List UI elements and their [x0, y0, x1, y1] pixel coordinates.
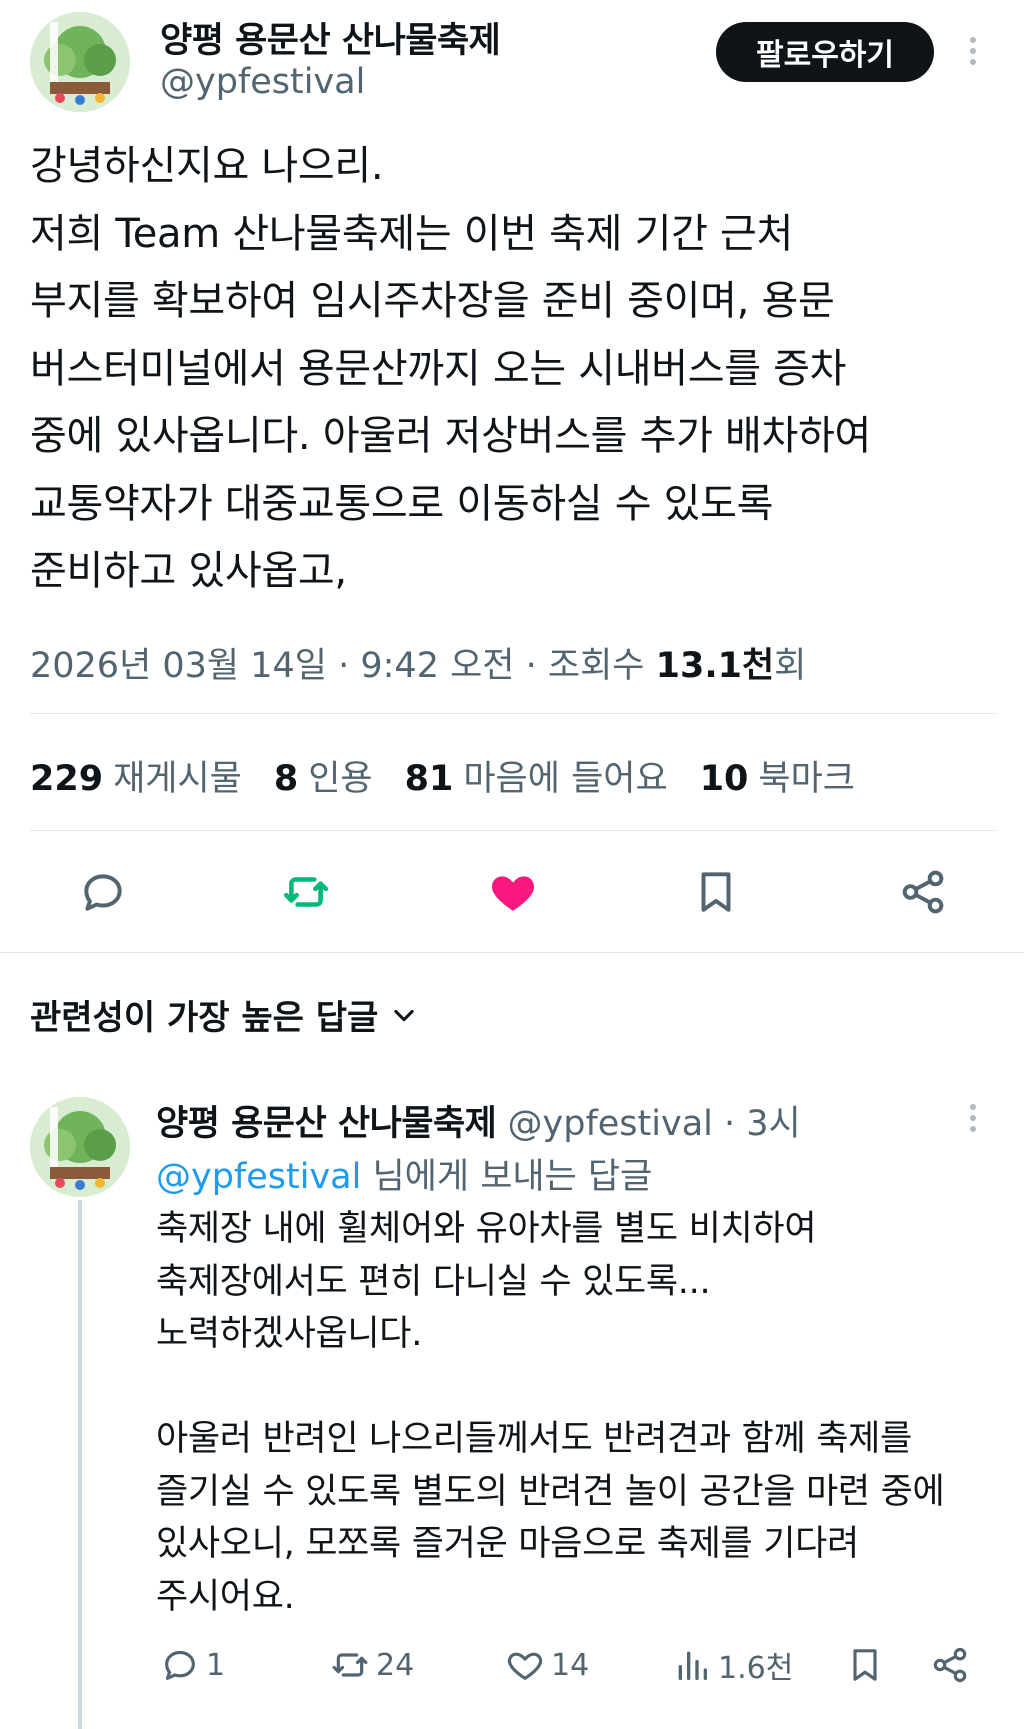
- tweet-timestamp[interactable]: 2026년 03월 14일 · 9:42 오전 · 조회수: [30, 646, 656, 686]
- replying-to: @ypfestival 님에게 보내는 답글: [156, 1148, 652, 1199]
- heart-icon[interactable]: [483, 862, 543, 922]
- reply-icon: [165, 1650, 195, 1680]
- reply-handle-time[interactable]: @ypfestival · 3시: [508, 1104, 801, 1144]
- reply-count: 1: [206, 1647, 226, 1683]
- bookmark-icon[interactable]: [686, 862, 746, 922]
- sort-label: 관련성이 가장 높은 답글: [30, 998, 379, 1038]
- divider: [30, 713, 996, 714]
- reply-actions: 1 24 14 1.6천: [0, 1640, 1024, 1690]
- reply-icon[interactable]: [73, 862, 133, 922]
- more-options-icon[interactable]: [958, 26, 988, 76]
- avatar[interactable]: [30, 12, 130, 112]
- stat-reposts[interactable]: 229 재게시물: [30, 750, 242, 801]
- reply-to-suffix: 님에게 보내는 답글: [361, 1157, 653, 1197]
- section-divider: [0, 952, 1024, 953]
- heart-outline-icon: [507, 1652, 543, 1680]
- retweet-icon[interactable]: [276, 862, 336, 922]
- chevron-down-icon: [394, 1009, 414, 1021]
- handle[interactable]: @ypfestival: [160, 62, 365, 102]
- stat-likes[interactable]: 81 마음에 들어요: [405, 750, 668, 801]
- retweet-icon: [332, 1653, 368, 1677]
- reply-bookmark-icon[interactable]: [845, 1640, 885, 1690]
- engagement-stats: 229 재게시물 8 인용 81 마음에 들어요 10 북마크: [30, 750, 855, 801]
- reply-text: 축제장 내에 휠체어와 유아차를 별도 비치하여 축제장에서도 편히 다니실 수…: [156, 1209, 945, 1617]
- reply-header: 양평 용문산 산나물축제 @ypfestival · 3시: [156, 1095, 801, 1146]
- views-chart-icon: [678, 1651, 707, 1680]
- tweet-meta: 2026년 03월 14일 · 9:42 오전 · 조회수 13.1천회: [30, 637, 806, 688]
- reply-to-mention[interactable]: @ypfestival: [156, 1157, 361, 1197]
- stat-bookmarks[interactable]: 10 북마크: [700, 750, 855, 801]
- divider: [30, 830, 996, 831]
- retweet-count: 24: [376, 1647, 415, 1683]
- festival-logo-image: [30, 12, 130, 112]
- like-count: 14: [551, 1647, 590, 1683]
- reply-views-button[interactable]: 1.6천: [672, 1640, 793, 1690]
- reply-reply-button[interactable]: 1: [160, 1640, 225, 1690]
- stat-quotes[interactable]: 8 인용: [274, 750, 373, 801]
- replies-sort-dropdown[interactable]: 관련성이 가장 높은 답글: [30, 990, 418, 1039]
- view-count: 1.6천: [718, 1651, 794, 1686]
- view-count-suffix: 회: [774, 646, 807, 686]
- display-name[interactable]: 양평 용문산 산나물축제: [160, 12, 501, 63]
- reply-like-button[interactable]: 14: [505, 1640, 589, 1690]
- reply-retweet-button[interactable]: 24: [330, 1640, 414, 1690]
- follow-button[interactable]: 팔로우하기: [716, 22, 934, 82]
- tweet-actions: [0, 862, 1024, 922]
- reply-display-name[interactable]: 양평 용문산 산나물축제: [156, 1104, 497, 1144]
- share-icon[interactable]: [893, 862, 953, 922]
- reply-share-icon[interactable]: [930, 1640, 970, 1690]
- reply-more-options-icon[interactable]: [958, 1093, 988, 1143]
- tweet-text: 강녕하신지요 나으리. 저희 Team 산나물축제는 이번 축제 기간 근처 부…: [30, 143, 871, 594]
- festival-logo-image: [30, 1097, 130, 1197]
- view-count: 13.1천: [655, 646, 775, 686]
- reply-avatar[interactable]: [30, 1097, 130, 1197]
